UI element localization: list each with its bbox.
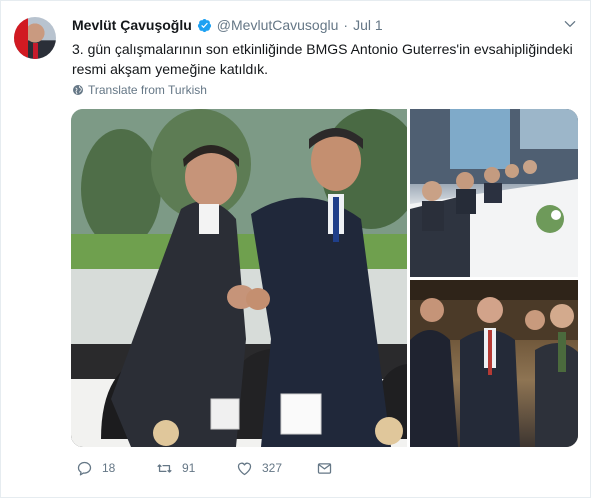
like-count: 327 xyxy=(262,461,283,475)
tweet-text: 3. gün çalışmalarının son etkinliğinde B… xyxy=(72,41,573,77)
reception-photo-illustration xyxy=(410,280,578,447)
author-avatar[interactable] xyxy=(14,17,56,59)
avatar-tie xyxy=(33,43,38,59)
author-handle[interactable]: @MevlutCavusoglu xyxy=(217,17,339,33)
dinner-photo-illustration xyxy=(410,109,578,277)
author-name[interactable]: Mevlüt Çavuşoğlu xyxy=(72,17,192,33)
translate-link[interactable]: Translate from Turkish xyxy=(72,83,207,97)
chevron-down-icon[interactable] xyxy=(563,17,577,31)
retweet-button[interactable]: 91 xyxy=(156,460,195,477)
globe-icon xyxy=(73,85,83,95)
tweet-header: Mevlüt Çavuşoğlu @MevlutCavusoglu · Jul … xyxy=(72,15,383,35)
photo-handshake[interactable] xyxy=(71,109,407,447)
tweet-date[interactable]: Jul 1 xyxy=(353,17,383,33)
tweet-card[interactable]: Mevlüt Çavuşoğlu @MevlutCavusoglu · Jul … xyxy=(0,0,591,498)
direct-message-button[interactable] xyxy=(316,460,333,477)
like-button[interactable]: 327 xyxy=(236,460,282,477)
separator-dot: · xyxy=(343,17,349,33)
retweet-icon xyxy=(157,463,172,473)
photo-dinner-table[interactable] xyxy=(410,109,578,277)
retweet-count: 91 xyxy=(182,461,196,475)
photo-reception[interactable] xyxy=(410,280,578,447)
reply-icon xyxy=(77,461,92,476)
reply-button[interactable]: 18 xyxy=(76,460,115,477)
avatar-flag-background xyxy=(14,17,28,59)
translate-label: Translate from Turkish xyxy=(88,83,207,97)
like-icon xyxy=(237,462,252,475)
photo-grid xyxy=(71,109,578,447)
reply-count: 18 xyxy=(102,461,116,475)
verified-badge-icon xyxy=(197,18,211,32)
handshake-photo-illustration xyxy=(71,109,407,447)
direct-message-icon xyxy=(317,462,332,474)
